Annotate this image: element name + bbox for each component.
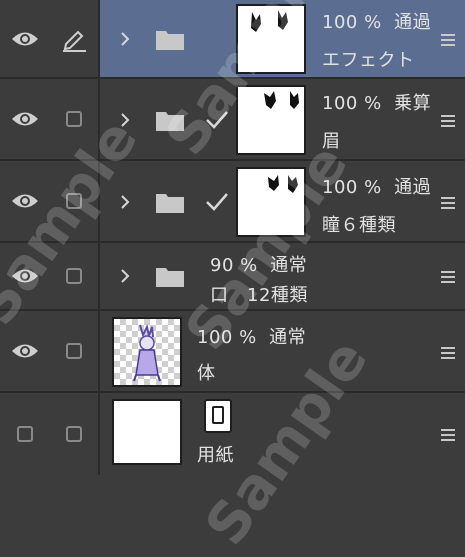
eye-icon <box>12 32 38 45</box>
layer-main[interactable]: 100 % 乗算 眉 <box>100 79 465 159</box>
layer-row-paper[interactable]: 用紙 <box>0 393 465 475</box>
layer-opacity-blend: 90 % 通常 <box>210 255 308 276</box>
folder-icon <box>156 268 184 287</box>
layer-main[interactable]: 100 % 通過 瞳６種類 <box>100 161 465 241</box>
layer-thumbnail <box>112 317 182 387</box>
layer-row-pupils[interactable]: 100 % 通過 瞳６種類 <box>0 161 465 243</box>
checkbox[interactable] <box>66 343 82 359</box>
reference-checkbox[interactable] <box>50 161 100 241</box>
visibility-toggle[interactable] <box>0 0 52 77</box>
chevron-right-icon[interactable] <box>118 195 132 209</box>
paper-icon <box>204 399 232 433</box>
character-figure <box>133 324 161 382</box>
layer-name: 体 <box>197 363 216 384</box>
layer-name: エフェクト <box>322 50 415 71</box>
layer-row-eyebrow[interactable]: 100 % 乗算 眉 <box>0 79 465 161</box>
layer-thumbnail <box>236 85 306 155</box>
chevron-right-icon[interactable] <box>118 32 132 46</box>
reference-checkbox[interactable] <box>50 393 100 475</box>
layer-opacity-blend: 100 % 通常 <box>197 327 307 348</box>
thumbnail-art <box>251 10 288 32</box>
layer-name: 眉 <box>322 131 341 152</box>
folder-icon <box>156 112 184 131</box>
thumbnail-art <box>268 175 298 193</box>
clip-check-icon <box>206 111 228 129</box>
visibility-toggle[interactable] <box>0 79 52 159</box>
layer-name: 口 12種類 <box>210 285 308 306</box>
drag-handle-icon[interactable] <box>441 347 455 359</box>
layer-thumbnail <box>112 399 182 465</box>
layer-main[interactable]: 90 % 通常 口 12種類 <box>100 243 465 309</box>
clip-check-icon <box>206 193 228 211</box>
visibility-toggle[interactable] <box>0 393 52 475</box>
layer-name: 用紙 <box>197 445 234 466</box>
drag-handle-icon[interactable] <box>441 429 455 441</box>
visibility-toggle[interactable] <box>0 311 52 391</box>
reference-checkbox[interactable] <box>50 311 100 391</box>
thumbnail-art <box>264 91 299 109</box>
chevron-right-icon[interactable] <box>118 113 132 127</box>
layer-main[interactable]: 用紙 <box>100 393 465 475</box>
layer-row-body[interactable]: 100 % 通常 体 <box>0 311 465 393</box>
checkbox[interactable] <box>17 426 33 442</box>
layer-opacity-blend: 100 % 乗算 <box>322 93 432 114</box>
drag-handle-icon[interactable] <box>441 271 455 283</box>
visibility-toggle[interactable] <box>0 243 52 309</box>
layer-name: 瞳６種類 <box>322 215 396 236</box>
layer-row-mouth[interactable]: 90 % 通常 口 12種類 <box>0 243 465 311</box>
layer-row-effect[interactable]: 100 % 通過 エフェクト <box>0 0 465 79</box>
eye-icon <box>12 112 38 126</box>
chevron-right-icon[interactable] <box>118 269 132 283</box>
checkbox[interactable] <box>66 111 82 127</box>
drag-handle-icon[interactable] <box>441 197 455 209</box>
folder-icon <box>156 194 184 213</box>
drag-handle-icon[interactable] <box>441 34 455 46</box>
checkbox[interactable] <box>66 268 82 284</box>
checkbox[interactable] <box>66 193 82 209</box>
edit-indicator[interactable] <box>50 0 100 77</box>
layer-thumbnail <box>236 4 306 74</box>
eye-icon <box>12 194 38 208</box>
folder-icon <box>156 31 184 50</box>
layer-panel: 100 % 通過 エフェクト 100 % 乗算 眉 100 % 通過 瞳６種類 … <box>0 0 465 557</box>
visibility-toggle[interactable] <box>0 161 52 241</box>
pencil-icon <box>63 30 86 52</box>
reference-checkbox[interactable] <box>50 79 100 159</box>
layer-opacity-blend: 100 % 通過 <box>322 12 432 33</box>
checkbox[interactable] <box>66 426 82 442</box>
layer-main[interactable]: 100 % 通過 エフェクト <box>100 0 465 77</box>
eye-icon <box>12 344 38 358</box>
eye-icon <box>12 269 38 283</box>
layer-opacity-blend: 100 % 通過 <box>322 177 432 198</box>
layer-thumbnail <box>236 167 306 237</box>
reference-checkbox[interactable] <box>50 243 100 309</box>
drag-handle-icon[interactable] <box>441 115 455 127</box>
layer-main[interactable]: 100 % 通常 体 <box>100 311 465 391</box>
